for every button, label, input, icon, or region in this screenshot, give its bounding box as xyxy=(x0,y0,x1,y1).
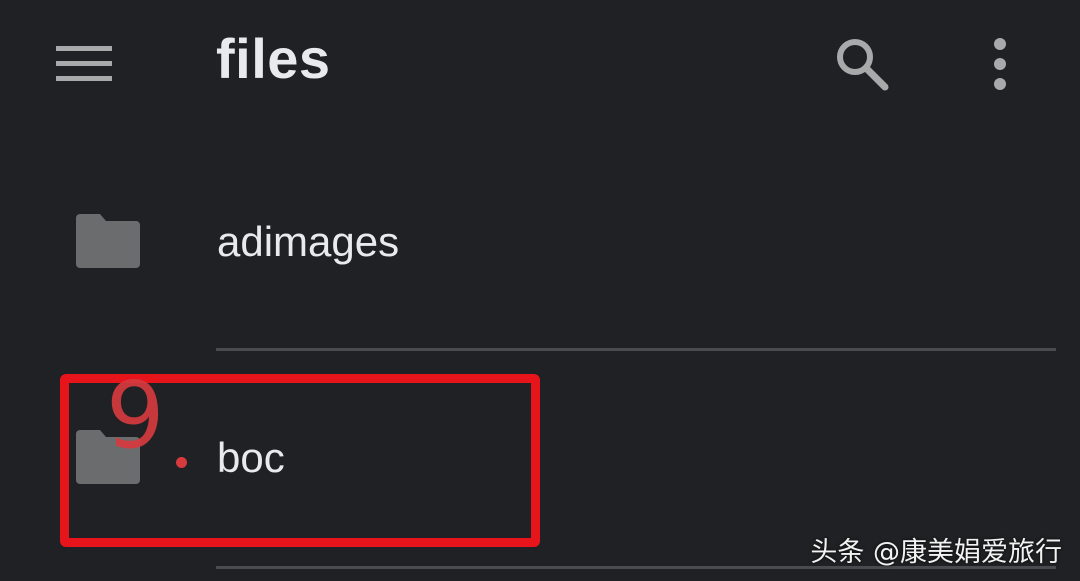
list-item-adimages[interactable]: adimages xyxy=(0,178,1080,308)
annotation-step-number: 9 xyxy=(106,362,165,469)
menu-button[interactable] xyxy=(48,36,120,92)
divider xyxy=(216,348,1056,351)
search-icon xyxy=(837,39,889,91)
watermark: 头条 @康美娟爱旅行 xyxy=(810,537,1062,568)
app-toolbar: files xyxy=(0,0,1080,130)
item-label: boc xyxy=(217,434,285,481)
annotation-dot xyxy=(176,457,187,468)
hamburger-menu-icon xyxy=(56,46,112,81)
more-options-button[interactable] xyxy=(968,28,1032,100)
page-title: files xyxy=(216,27,331,90)
item-label: adimages xyxy=(217,218,400,265)
search-button[interactable] xyxy=(826,28,898,100)
more-vert-icon xyxy=(994,38,1006,90)
folder-icon xyxy=(76,214,140,268)
